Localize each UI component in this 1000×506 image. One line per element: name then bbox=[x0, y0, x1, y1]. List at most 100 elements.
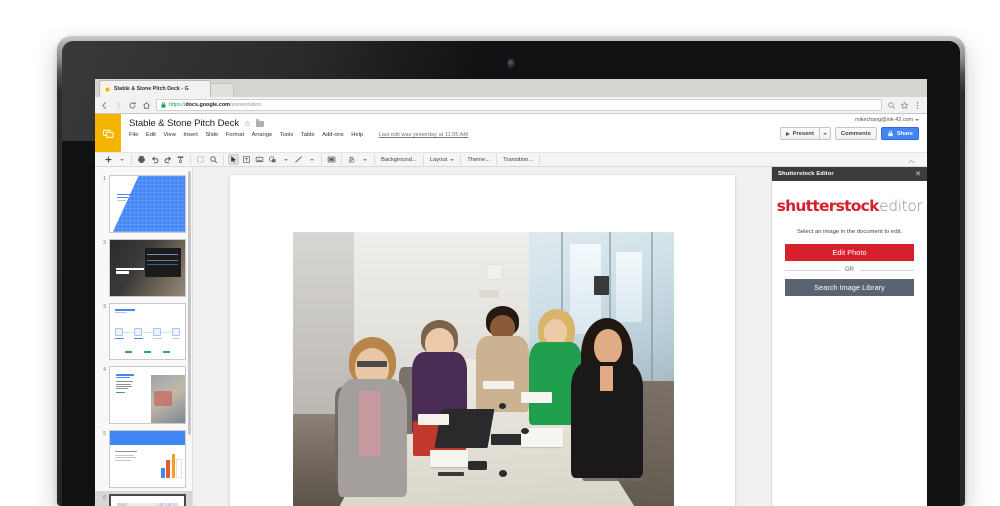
account-email-text: mikechang@ink-42.com bbox=[855, 117, 913, 123]
search-icon[interactable] bbox=[887, 101, 896, 110]
lock-share-icon bbox=[888, 130, 893, 137]
transition-button-label: Transition... bbox=[503, 156, 534, 163]
current-slide[interactable] bbox=[229, 175, 735, 506]
shape-icon[interactable] bbox=[267, 154, 278, 165]
menu-bar: File Edit View Insert Slide Format Arran… bbox=[129, 132, 780, 138]
menu-item-format[interactable]: Format bbox=[226, 132, 244, 138]
menu-item-slide[interactable]: Slide bbox=[205, 132, 218, 138]
menu-item-tools[interactable]: Tools bbox=[280, 132, 294, 138]
slide-2-text bbox=[116, 267, 144, 275]
document-meta: Stable & Stone Pitch Deck File Edit View… bbox=[121, 114, 780, 152]
line-dropdown-icon[interactable] bbox=[306, 154, 317, 165]
toolbar-group-edit bbox=[132, 154, 191, 165]
slide-number: 1 bbox=[103, 176, 106, 182]
kebab-menu-icon[interactable] bbox=[913, 101, 922, 110]
slide-thumb-art bbox=[109, 175, 186, 233]
background-button[interactable]: Background... bbox=[375, 154, 424, 165]
present-button-group: Present bbox=[779, 127, 831, 140]
present-button[interactable]: Present bbox=[779, 127, 819, 140]
reload-icon[interactable] bbox=[128, 101, 137, 110]
comments-button-label: Comments bbox=[840, 130, 871, 137]
home-icon[interactable] bbox=[142, 101, 151, 110]
toolbar-group-zoom bbox=[191, 154, 224, 165]
present-dropdown-button[interactable] bbox=[818, 127, 831, 140]
folder-icon[interactable] bbox=[256, 118, 265, 127]
menu-item-view[interactable]: View bbox=[163, 132, 175, 138]
layout-button[interactable]: Layout bbox=[424, 154, 462, 165]
browser-window: Stable & Stone Pitch Deck - G https://do… bbox=[95, 79, 927, 506]
shutterstock-logo: shutterstock editor bbox=[777, 197, 923, 215]
star-icon[interactable] bbox=[244, 120, 251, 127]
slide-thumbnail-1[interactable]: 1 bbox=[95, 172, 192, 236]
redo-icon[interactable] bbox=[162, 154, 173, 165]
star-icon[interactable] bbox=[900, 101, 909, 110]
close-icon[interactable]: ✕ bbox=[915, 171, 921, 178]
search-image-library-button[interactable]: Search Image Library bbox=[785, 279, 914, 296]
menu-item-edit[interactable]: Edit bbox=[146, 132, 156, 138]
google-slides-icon[interactable] bbox=[95, 114, 121, 152]
team-conference-photo[interactable] bbox=[292, 231, 674, 506]
slide-number: 3 bbox=[103, 303, 106, 310]
text-box-icon[interactable] bbox=[241, 154, 252, 165]
slide-thumbnail-2[interactable]: 2 bbox=[95, 236, 192, 300]
browser-tab-active[interactable]: Stable & Stone Pitch Deck - G bbox=[99, 80, 211, 97]
new-slide-dropdown-icon[interactable] bbox=[116, 154, 127, 165]
paint-format-icon[interactable] bbox=[175, 154, 186, 165]
new-slide-icon[interactable] bbox=[103, 154, 114, 165]
menu-item-addons[interactable]: Add-ons bbox=[322, 132, 344, 138]
edit-photo-button-label: Edit Photo bbox=[832, 248, 867, 257]
menu-item-table[interactable]: Table bbox=[301, 132, 315, 138]
shutterstock-panel-body: shutterstock editor Select an image in t… bbox=[772, 181, 927, 296]
or-divider: OR bbox=[785, 267, 914, 273]
slides-favicon bbox=[104, 85, 111, 93]
url-bar[interactable]: https://docs.google.com/presentation bbox=[156, 99, 882, 111]
filmstrip-scrollbar[interactable] bbox=[188, 171, 191, 436]
video-icon[interactable] bbox=[326, 154, 337, 165]
menu-item-insert[interactable]: Insert bbox=[183, 132, 198, 138]
edit-photo-button[interactable]: Edit Photo bbox=[785, 244, 914, 261]
omnibar-actions bbox=[887, 101, 922, 110]
menu-item-help[interactable]: Help bbox=[351, 132, 363, 138]
account-email[interactable]: mikechang@ink-42.com bbox=[855, 117, 919, 123]
undo-icon[interactable] bbox=[149, 154, 160, 165]
slide-thumbnail-4[interactable]: 4 bbox=[95, 363, 192, 427]
webcam-icon bbox=[507, 59, 515, 68]
line-icon[interactable] bbox=[293, 154, 304, 165]
slide-thumbnail-3[interactable]: 3 bbox=[95, 300, 192, 364]
laptop-screen-bezel: Stable & Stone Pitch Deck - G https://do… bbox=[62, 41, 960, 506]
fit-slide-icon[interactable] bbox=[195, 154, 206, 165]
divider-line bbox=[860, 269, 914, 271]
shape-dropdown-icon[interactable] bbox=[280, 154, 291, 165]
comments-button[interactable]: Comments bbox=[834, 127, 877, 140]
select-tool-icon[interactable] bbox=[228, 154, 239, 165]
zoom-icon[interactable] bbox=[208, 154, 219, 165]
slide-thumb-art bbox=[109, 302, 186, 361]
image-icon[interactable] bbox=[254, 154, 265, 165]
transliterate-dropdown-icon[interactable] bbox=[359, 154, 370, 165]
print-icon[interactable] bbox=[136, 154, 147, 165]
slide-thumbnail-6[interactable]: 6 bbox=[95, 490, 192, 506]
menu-item-file[interactable]: File bbox=[129, 132, 138, 138]
slide-filmstrip[interactable]: 1 2 3 4 5 6 bbox=[95, 167, 193, 506]
theme-button[interactable]: Theme... bbox=[461, 154, 498, 165]
menu-item-arrange[interactable]: Arrange bbox=[252, 132, 273, 138]
slide-thumb-art bbox=[109, 238, 186, 297]
share-button[interactable]: Share bbox=[880, 127, 919, 140]
browser-tab-inactive[interactable] bbox=[208, 83, 234, 97]
layout-button-label: Layout bbox=[429, 156, 448, 163]
back-arrow-icon[interactable] bbox=[100, 101, 109, 110]
toolbar-group-transliterate: あ bbox=[342, 154, 375, 165]
toolbar-group-video bbox=[322, 154, 342, 165]
play-icon bbox=[785, 131, 790, 136]
slide-canvas[interactable] bbox=[193, 167, 771, 506]
page-title[interactable]: Stable & Stone Pitch Deck bbox=[129, 118, 239, 129]
chevron-down-icon bbox=[915, 119, 919, 121]
transliterate-icon[interactable]: あ bbox=[346, 154, 357, 165]
document-title-row: Stable & Stone Pitch Deck bbox=[129, 118, 780, 129]
shutterstock-panel: Shutterstock Editor ✕ shutterstock edito… bbox=[771, 167, 927, 506]
slide-thumbnail-5[interactable]: 5 bbox=[95, 427, 192, 491]
shutterstock-panel-header: Shutterstock Editor ✕ bbox=[772, 167, 927, 181]
last-edit-status[interactable]: Last edit was yesterday at 11:05 AM bbox=[379, 132, 468, 138]
collapse-chevron-icon[interactable] bbox=[908, 151, 923, 169]
transition-button[interactable]: Transition... bbox=[497, 154, 541, 165]
